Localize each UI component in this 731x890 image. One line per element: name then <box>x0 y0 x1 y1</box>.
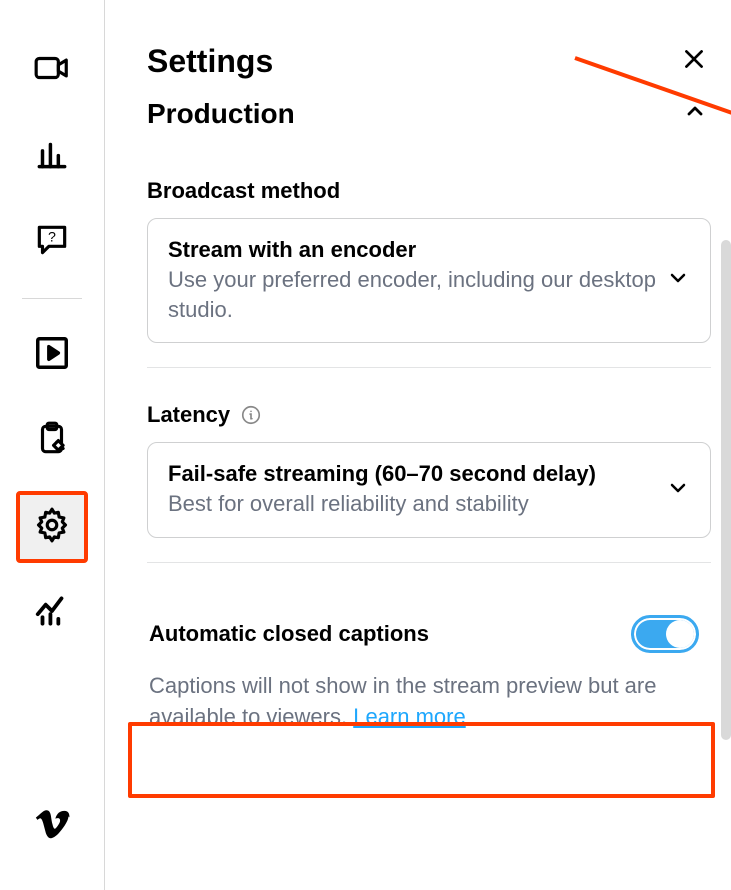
sidebar-item-camera[interactable] <box>16 34 88 106</box>
sidebar: ? <box>0 0 105 890</box>
captions-toggle-row: Automatic closed captions <box>147 597 711 671</box>
sidebar-item-chat-question[interactable]: ? <box>16 206 88 278</box>
broadcast-option-desc: Use your preferred encoder, including ou… <box>168 265 666 324</box>
sidebar-item-settings[interactable] <box>16 491 88 563</box>
close-button[interactable] <box>677 42 711 81</box>
sidebar-item-play-square[interactable] <box>16 319 88 391</box>
broadcast-option-title: Stream with an encoder <box>168 237 666 263</box>
camera-icon <box>33 49 71 92</box>
bar-chart-icon <box>33 135 71 178</box>
select-content: Stream with an encoder Use your preferre… <box>168 237 666 324</box>
chevron-down-icon <box>666 266 690 295</box>
info-icon[interactable] <box>240 404 262 426</box>
learn-more-link[interactable]: Learn more <box>353 704 466 729</box>
latency-option-title: Fail-safe streaming (60–70 second delay) <box>168 461 666 487</box>
captions-description: Captions will not show in the stream pre… <box>147 671 711 733</box>
divider <box>147 562 711 563</box>
sidebar-divider <box>22 298 82 299</box>
sidebar-item-analytics-bars[interactable] <box>16 120 88 192</box>
sidebar-item-vimeo[interactable] <box>16 790 88 862</box>
chat-question-icon: ? <box>33 221 71 264</box>
section-header[interactable]: Production <box>147 95 711 132</box>
collapse-button[interactable] <box>679 95 711 132</box>
settings-header: Settings <box>147 42 711 81</box>
sidebar-item-analytics-trend[interactable] <box>16 577 88 649</box>
page-title: Settings <box>147 43 273 80</box>
section-title: Production <box>147 98 295 130</box>
trend-icon <box>33 592 71 635</box>
captions-label: Automatic closed captions <box>149 621 429 647</box>
close-icon <box>681 59 707 76</box>
broadcast-method-label: Broadcast method <box>147 178 711 204</box>
gear-icon <box>33 506 71 549</box>
latency-label-text: Latency <box>147 402 230 428</box>
svg-text:?: ? <box>48 229 56 245</box>
latency-label: Latency <box>147 402 711 428</box>
captions-toggle[interactable] <box>631 615 699 653</box>
broadcast-method-select[interactable]: Stream with an encoder Use your preferre… <box>147 218 711 343</box>
sidebar-item-clipboard-edit[interactable] <box>16 405 88 477</box>
latency-select[interactable]: Fail-safe streaming (60–70 second delay)… <box>147 442 711 538</box>
divider <box>147 367 711 368</box>
play-square-icon <box>33 334 71 377</box>
clipboard-edit-icon <box>33 420 71 463</box>
main-panel: Settings Production Broadcast method Str… <box>105 0 731 890</box>
chevron-up-icon <box>683 110 707 127</box>
latency-option-desc: Best for overall reliability and stabili… <box>168 489 666 519</box>
scrollbar-thumb[interactable] <box>721 240 731 740</box>
toggle-knob <box>666 620 694 648</box>
scrollbar[interactable] <box>721 240 731 880</box>
chevron-down-icon <box>666 476 690 505</box>
select-content: Fail-safe streaming (60–70 second delay)… <box>168 461 666 519</box>
vimeo-icon <box>33 805 71 848</box>
